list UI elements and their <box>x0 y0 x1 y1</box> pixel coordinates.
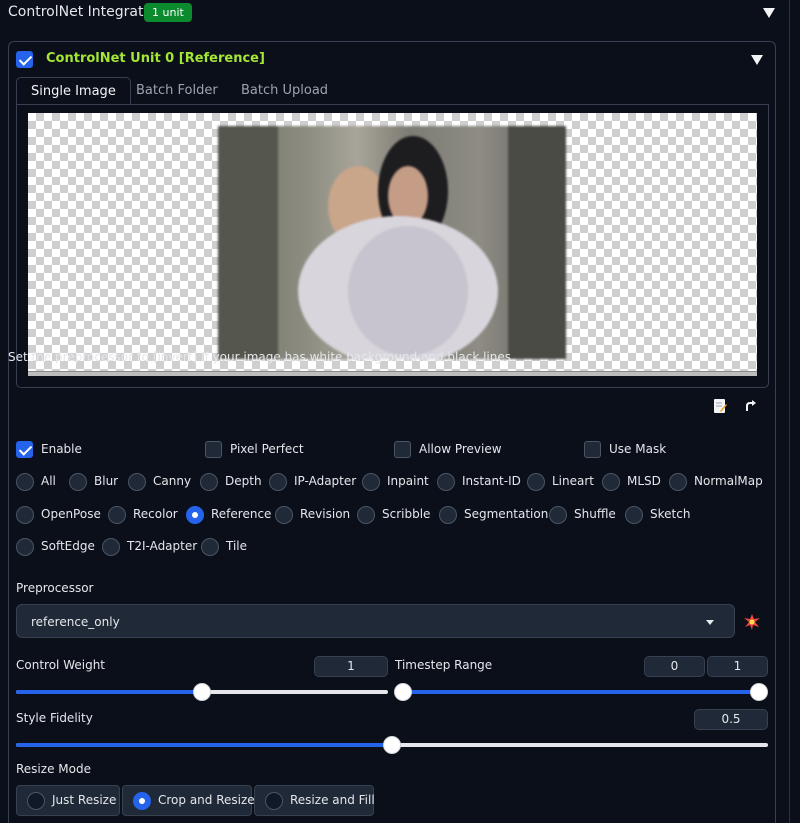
timestep-end-input[interactable]: 1 <box>707 656 768 677</box>
preprocessor-dropdown[interactable]: reference_only <box>16 604 735 638</box>
tab-batch-upload[interactable]: Batch Upload <box>227 77 342 105</box>
uploaded-image <box>218 126 566 359</box>
style-fidelity-label: Style Fidelity <box>16 711 93 725</box>
resize-mode-resize-and-fill[interactable]: Resize and Fill <box>254 785 375 816</box>
scrollbar[interactable] <box>789 0 800 823</box>
explosion-icon[interactable] <box>744 614 760 630</box>
control-weight-label: Control Weight <box>16 658 105 672</box>
unit-enabled-checkbox[interactable] <box>16 51 33 68</box>
unit-collapse-triangle-icon[interactable] <box>751 55 763 65</box>
controlnet-unit-panel: ControlNet Unit 0 [Reference] Single Ima… <box>8 41 776 823</box>
collapse-triangle-icon[interactable] <box>763 8 775 18</box>
send-arrow-icon[interactable] <box>744 399 760 415</box>
enable-check[interactable] <box>16 441 33 458</box>
edit-icon[interactable] <box>712 398 728 414</box>
image-canvas[interactable] <box>28 113 757 376</box>
image-source-tabs: Single Image Batch Folder Batch Upload <box>16 77 770 105</box>
unit-header[interactable]: ControlNet Unit 0 [Reference] <box>16 51 766 71</box>
timestep-end-thumb[interactable] <box>750 683 768 701</box>
timestep-start-input[interactable]: 0 <box>644 656 705 677</box>
unit-count-badge: 1 unit <box>144 3 192 22</box>
timestep-range-track[interactable] <box>403 690 759 694</box>
allow-preview-label: Allow Preview <box>419 442 502 456</box>
resize-mode-crop-and-resize[interactable]: Crop and Resize <box>122 785 255 816</box>
tab-batch-folder[interactable]: Batch Folder <box>122 77 232 105</box>
style-fidelity-fill <box>16 743 392 747</box>
chevron-down-icon <box>706 620 714 625</box>
control-weight-slider-thumb[interactable] <box>193 683 211 701</box>
style-fidelity-input[interactable]: 0.5 <box>694 709 768 730</box>
preprocessor-label: Preprocessor <box>16 581 94 595</box>
control-weight-input[interactable]: 1 <box>314 656 388 677</box>
control-weight-fill <box>16 690 202 694</box>
invert-hint-text: Set the preprocessor to [invert] If your… <box>8 350 515 364</box>
use-mask-label: Use Mask <box>609 442 667 456</box>
enable-label: Enable <box>41 442 82 456</box>
accordion-title: ControlNet Integrated <box>8 4 161 20</box>
preprocessor-value: reference_only <box>31 615 120 629</box>
use-mask-check[interactable] <box>584 441 601 458</box>
unit-title: ControlNet Unit 0 [Reference] <box>46 51 265 66</box>
pixel-perfect-label: Pixel Perfect <box>230 442 304 456</box>
timestep-range-label: Timestep Range <box>395 658 493 672</box>
resize-mode-just-resize[interactable]: Just Resize <box>16 785 120 816</box>
canvas-scroll-strip <box>28 371 757 376</box>
controlnet-accordion-header[interactable]: ControlNet Integrated 1 unit <box>0 0 790 28</box>
resize-mode-label: Resize Mode <box>16 762 91 776</box>
timestep-start-thumb[interactable] <box>394 683 412 701</box>
pixel-perfect-check[interactable] <box>205 441 222 458</box>
single-image-panel <box>16 104 769 388</box>
style-fidelity-slider-thumb[interactable] <box>383 736 401 754</box>
allow-preview-check[interactable] <box>394 441 411 458</box>
tab-single-image[interactable]: Single Image <box>16 77 131 105</box>
